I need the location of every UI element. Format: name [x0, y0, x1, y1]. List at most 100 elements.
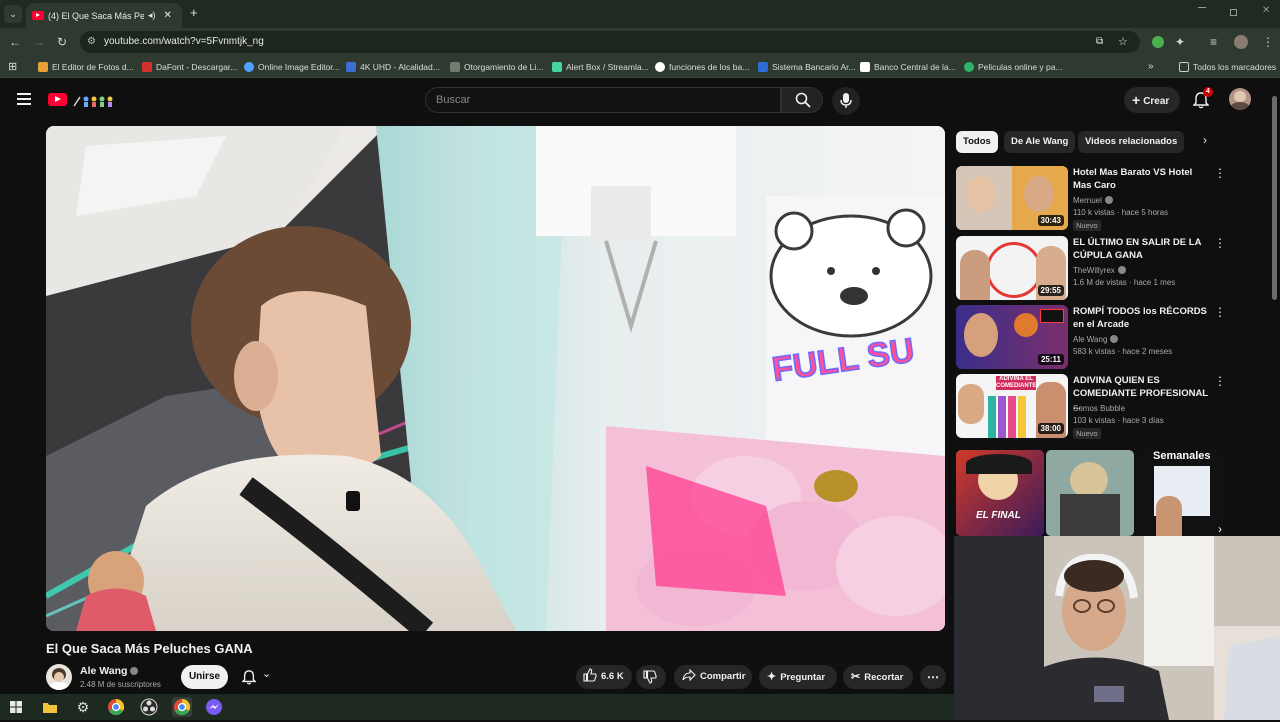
reload-icon[interactable]: ↻: [57, 28, 67, 56]
url-text: youtube.com/watch?v=5Fvnmtjk_ng: [104, 36, 264, 47]
file-explorer-icon[interactable]: [40, 697, 60, 717]
forward-icon[interactable]: →: [33, 28, 45, 56]
short-thumbnail[interactable]: [1046, 450, 1134, 536]
close-window-icon[interactable]: ✕: [1262, 5, 1270, 16]
chips-next-icon[interactable]: ›: [1203, 133, 1207, 147]
bookmarks-bar: ⊞ El Editor de Fotos d... DaFont - Desca…: [0, 56, 1280, 78]
video-player[interactable]: FULL SU: [46, 126, 945, 631]
voice-search-button[interactable]: [832, 87, 860, 115]
recommendation-channel[interactable]: Somos Bubble: [1073, 404, 1125, 413]
search-input[interactable]: Buscar: [425, 87, 781, 113]
chrome-icon[interactable]: [106, 697, 126, 717]
minimize-window-icon[interactable]: [1198, 7, 1206, 8]
settings-gear-icon[interactable]: ⚙: [73, 697, 93, 717]
recommendation-item[interactable]: ADIVINA EL COMEDIANTE 38:00 ADIVINA QUIE…: [956, 374, 1236, 439]
bookmark-item[interactable]: DaFont - Descargar...: [142, 56, 237, 78]
recommendation-title[interactable]: Hotel Mas Barato VS Hotel Mas Caro: [1073, 166, 1213, 192]
bookmark-item[interactable]: funciones de los ba...: [655, 56, 749, 78]
more-options-icon[interactable]: ⋮: [1214, 305, 1226, 319]
new-tab-button[interactable]: +: [190, 5, 198, 20]
chip-from-channel[interactable]: De Ale Wang: [1004, 131, 1076, 153]
bookmark-item[interactable]: Peliculas online y pa...: [964, 56, 1063, 78]
channel-avatar[interactable]: [46, 664, 72, 690]
chip-all[interactable]: Todos: [956, 131, 998, 153]
ask-button[interactable]: ✦ Preguntar: [759, 665, 837, 689]
account-avatar[interactable]: [1229, 88, 1251, 110]
share-button[interactable]: Compartir: [674, 665, 752, 689]
browser-menu-icon[interactable]: ⋮: [1262, 28, 1274, 56]
recommendation-channel[interactable]: Mernuel: [1073, 196, 1113, 205]
dislike-button[interactable]: [636, 665, 666, 689]
video-thumbnail[interactable]: 25:11: [956, 305, 1068, 369]
recommendation-channel[interactable]: TheWillyrex: [1073, 266, 1126, 275]
media-control-icon[interactable]: ≡: [1210, 28, 1217, 56]
bookmark-favicon-icon: [552, 62, 562, 72]
bookmark-star-icon[interactable]: ☆: [1118, 31, 1128, 53]
channel-name[interactable]: Ale Wang: [80, 665, 139, 677]
hamburger-menu-icon[interactable]: [17, 93, 31, 105]
youtube-play-icon: [48, 93, 67, 106]
recommendation-item[interactable]: 25:11 ROMPÍ TODOS los RÉCORDS en el Arca…: [956, 305, 1236, 369]
extension-icon-green[interactable]: [1152, 36, 1164, 48]
more-bookmarks-icon[interactable]: »: [1148, 56, 1154, 78]
clip-button[interactable]: ✂ Recortar: [843, 665, 913, 689]
browser-tab-active[interactable]: (4) El Que Saca Más Peluches GANA ◂) ✕: [26, 3, 182, 28]
more-options-icon[interactable]: ⋮: [1214, 374, 1226, 388]
video-duration: 38:00: [1037, 423, 1064, 434]
bookmark-item[interactable]: Otorgamiento de Li...: [450, 56, 543, 78]
short-thumbnail[interactable]: EL FINAL: [956, 450, 1044, 536]
bookmark-item[interactable]: El Editor de Fotos d...: [38, 56, 134, 78]
page-scrollbar[interactable]: [1272, 96, 1277, 300]
messenger-icon[interactable]: [204, 697, 224, 717]
windows-start-icon[interactable]: [6, 697, 26, 717]
obs-icon[interactable]: [139, 697, 159, 717]
maximize-window-icon[interactable]: [1230, 9, 1237, 16]
subscription-bell-button[interactable]: ⌄: [234, 665, 282, 689]
shorts-next-icon[interactable]: ›: [1218, 522, 1222, 536]
plus-icon: +: [1132, 92, 1141, 108]
notifications-button[interactable]: 4: [1192, 87, 1213, 110]
back-icon[interactable]: ←: [9, 28, 21, 56]
short-thumbnail[interactable]: Semanales: [1136, 450, 1226, 536]
video-title: El Que Saca Más Peluches GANA: [46, 641, 253, 656]
close-tab-icon[interactable]: ✕: [164, 10, 172, 21]
tab-search-chevron-icon[interactable]: ⌄: [4, 5, 22, 23]
chrome-active-icon[interactable]: [172, 697, 192, 717]
bookmark-item[interactable]: Banco Central de la...: [860, 56, 956, 78]
more-actions-button[interactable]: ⋯: [920, 665, 946, 689]
bookmark-item[interactable]: Alert Box / Streamla...: [552, 56, 649, 78]
extensions-icon[interactable]: ✦: [1175, 28, 1185, 56]
create-button[interactable]: + Crear: [1124, 87, 1180, 113]
video-thumbnail[interactable]: 30:43: [956, 166, 1068, 230]
bookmark-label: El Editor de Fotos d...: [52, 62, 134, 72]
recommendation-item[interactable]: 30:43 Hotel Mas Barato VS Hotel Mas Caro…: [956, 166, 1236, 231]
channel-name-text: Ale Wang: [80, 665, 128, 677]
search-button[interactable]: [781, 87, 823, 113]
bookmark-favicon-icon: [38, 62, 48, 72]
speaker-icon[interactable]: ◂): [148, 10, 156, 21]
bookmark-item[interactable]: 4K UHD - Alcalidad...: [346, 56, 440, 78]
site-info-icon[interactable]: ⚙: [87, 31, 96, 53]
apps-grid-icon[interactable]: ⊞: [8, 56, 17, 78]
video-thumbnail[interactable]: ADIVINA EL COMEDIANTE 38:00: [956, 374, 1068, 438]
recommendation-title[interactable]: EL ÚLTIMO EN SALIR DE LA CÚPULA GANA: [1073, 236, 1213, 262]
video-thumbnail[interactable]: 29:55: [956, 236, 1068, 300]
recommendation-title[interactable]: ROMPÍ TODOS los RÉCORDS en el Arcade: [1073, 305, 1213, 331]
verified-icon: [1110, 335, 1119, 343]
bookmark-item[interactable]: Online Image Editor...: [244, 56, 340, 78]
address-bar[interactable]: ⚙ youtube.com/watch?v=5Fvnmtjk_ng ⧉ ☆: [80, 31, 1140, 53]
join-button[interactable]: Unirse: [181, 665, 228, 689]
install-app-icon[interactable]: ⧉: [1096, 31, 1103, 53]
more-options-icon[interactable]: ⋮: [1214, 166, 1226, 180]
bookmark-favicon-icon: [758, 62, 768, 72]
bookmark-item[interactable]: Sistema Bancario Ar...: [758, 56, 856, 78]
all-bookmarks-folder[interactable]: Todos los marcadores: [1179, 56, 1276, 78]
chip-related[interactable]: Videos relacionados: [1078, 131, 1185, 153]
channel-name-text: TheWillyrex: [1073, 266, 1115, 275]
recommendation-channel[interactable]: Ale Wang: [1073, 335, 1119, 344]
youtube-logo[interactable]: [48, 92, 116, 108]
like-button[interactable]: 6.6 K: [576, 665, 632, 689]
recommendation-item[interactable]: 29:55 EL ÚLTIMO EN SALIR DE LA CÚPULA GA…: [956, 236, 1236, 300]
profile-avatar-icon[interactable]: [1234, 35, 1248, 49]
more-options-icon[interactable]: ⋮: [1214, 236, 1226, 250]
